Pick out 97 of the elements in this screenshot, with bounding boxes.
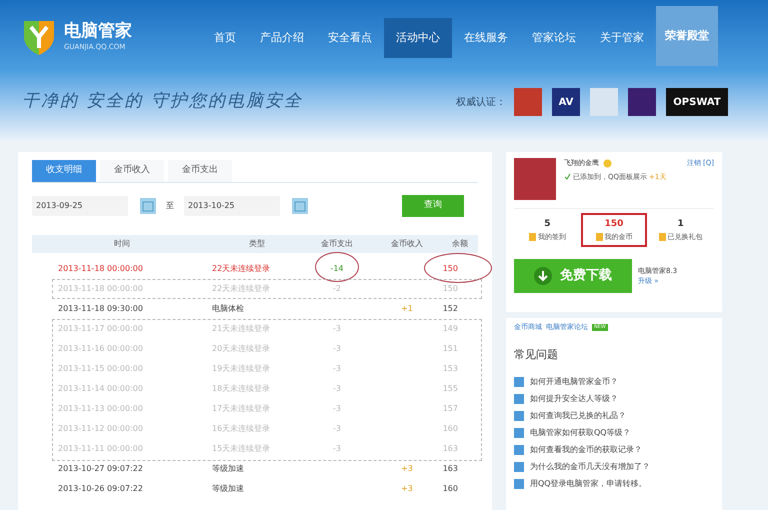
table-cell: 150 — [442, 284, 458, 293]
table-cell-text: 16天未连续登录 — [212, 423, 272, 435]
table-cell: -3 — [333, 364, 341, 373]
table-cell-text: 2013-11-18 09:30:00 — [57, 303, 144, 315]
nav-link[interactable]: 在线服务 — [452, 18, 520, 58]
table-cell: -3 — [333, 444, 341, 453]
coin-icon — [528, 232, 536, 241]
table-cell-text: 等级加速 — [212, 463, 245, 475]
query-button[interactable]: 查询 — [402, 195, 464, 217]
table-cell-text: 2013-11-12 00:00:00 — [57, 423, 144, 435]
table-cell: -3 — [333, 404, 341, 413]
table-cell-text: 2013-11-18 00:00:00 — [57, 263, 144, 275]
column-header: 类型 — [248, 238, 266, 250]
stat-value: 1 — [678, 218, 684, 231]
nav-link[interactable]: 安全看点 — [316, 18, 384, 58]
table-cell: -3 — [333, 324, 341, 333]
annotation-ellipse — [424, 253, 492, 283]
table-cell-text: 21天未连续登录 — [212, 323, 272, 335]
stat-value: 150 — [604, 218, 624, 231]
faq-link[interactable]: 如何查询我已兑换的礼品？ — [530, 410, 626, 422]
table-cell: +3 — [401, 464, 413, 473]
nav-link[interactable]: 首页 — [202, 18, 248, 58]
calendar-icon[interactable] — [140, 198, 156, 214]
table-cell-text: 17天未连续登录 — [212, 403, 272, 415]
table-cell: -3 — [333, 424, 341, 433]
certification-badge: AV — [552, 88, 580, 116]
table-cell: 151 — [442, 344, 458, 353]
date-field[interactable]: 2013-10-25 — [184, 196, 280, 216]
table-cell: 160 — [442, 424, 458, 433]
table-cell-text: 22天未连续登录 — [212, 283, 272, 295]
honor-button[interactable]: 荣誉殿堂 — [656, 6, 718, 66]
table-cell-text: 2013-11-14 00:00:00 — [57, 383, 144, 395]
calendar-icon[interactable] — [292, 198, 308, 214]
table-cell: 155 — [442, 384, 458, 393]
table-cell-text: 等级加速 — [212, 483, 245, 495]
nav-link[interactable]: 产品介绍 — [248, 18, 316, 58]
column-header: 余额 — [451, 238, 469, 250]
table-cell: 157 — [442, 404, 458, 413]
certification-label: 权威认证： — [456, 96, 506, 110]
tab[interactable]: 收支明细 — [32, 160, 96, 182]
table-cell-text: 2013-10-26 09:07:22 — [57, 483, 144, 495]
download-button[interactable]: 免费下载 — [514, 259, 632, 293]
faq-link[interactable]: 如何开通电脑管家金币？ — [530, 376, 618, 388]
table-cell: -3 — [333, 344, 341, 353]
table-cell: -3 — [333, 384, 341, 393]
faq-link[interactable]: 用QQ登录电脑管家，申请转移。 — [530, 478, 647, 490]
table-cell: 160 — [442, 484, 458, 493]
coin-icon — [596, 232, 602, 241]
faq-link[interactable]: 为什么我的金币几天没有增加了？ — [530, 460, 650, 472]
nav-link[interactable]: 活动中心 — [384, 18, 452, 58]
table-cell-text: 2013-11-13 00:00:00 — [57, 403, 144, 415]
faq-title: 常见问题 — [514, 346, 559, 362]
slogan: 干净的 安全的 守护您的电脑安全 — [22, 90, 303, 114]
table-cell: +3 — [401, 484, 413, 493]
table-cell: 152 — [442, 304, 458, 313]
coin-icon — [658, 232, 666, 241]
table-cell-text: 电脑体检 — [212, 303, 245, 315]
download-icon — [534, 267, 552, 285]
column-header: 时间 — [113, 238, 131, 250]
table-cell-text: 15天未连续登录 — [212, 443, 272, 455]
date-separator: 至 — [166, 200, 174, 212]
tab[interactable]: 金币支出 — [168, 160, 232, 182]
column-header: 金币收入 — [390, 238, 424, 250]
medal-icon — [603, 158, 612, 168]
faq-link[interactable]: 电脑管家如何获取QQ等级？ — [530, 426, 631, 438]
date-field[interactable]: 2013-09-25 — [32, 196, 128, 216]
table-cell-text: 2013-10-27 09:07:22 — [57, 463, 144, 475]
stat-value: 5 — [544, 218, 550, 231]
table-cell-text: 19天未连续登录 — [212, 363, 272, 375]
shield-logo-icon — [22, 18, 56, 56]
table-cell: 153 — [442, 364, 458, 373]
nav-link[interactable]: 管家论坛 — [520, 18, 588, 58]
table-cell-text: 20天未连续登录 — [212, 343, 272, 355]
column-header: 金币支出 — [320, 238, 354, 250]
table-cell: +1 — [401, 304, 413, 313]
table-cell: 163 — [442, 464, 458, 473]
table-cell-text: 2013-11-18 00:00:00 — [57, 283, 144, 295]
table-cell-text: 2013-11-11 00:00:00 — [57, 443, 144, 455]
avatar-placeholder — [514, 158, 556, 200]
table-cell: -14 — [330, 264, 344, 273]
table-cell-text: 18天未连续登录 — [212, 383, 272, 395]
faq-link[interactable]: 如何提升安全达人等级？ — [530, 392, 618, 404]
table-cell-text: 22天未连续登录 — [212, 263, 272, 275]
table-cell-text: 2013-11-15 00:00:00 — [57, 363, 144, 375]
table-cell: 150 — [442, 264, 458, 273]
annotation-ellipse — [315, 252, 359, 282]
table-cell: 149 — [442, 324, 458, 333]
faq-link[interactable]: 如何查看我的金币的获取记录？ — [530, 444, 642, 456]
certification-badge: OPSWAT — [666, 88, 728, 116]
check-icon — [564, 173, 571, 180]
brand-name: 电脑管家 — [64, 21, 132, 42]
table-cell-text: 2013-11-17 00:00:00 — [57, 323, 144, 335]
table-cell: -2 — [333, 284, 341, 293]
table-cell-text: 2013-11-16 00:00:00 — [57, 343, 144, 355]
nav-link[interactable]: 关于管家 — [588, 18, 656, 58]
tab[interactable]: 金币收入 — [100, 160, 164, 182]
table-cell: 163 — [442, 444, 458, 453]
